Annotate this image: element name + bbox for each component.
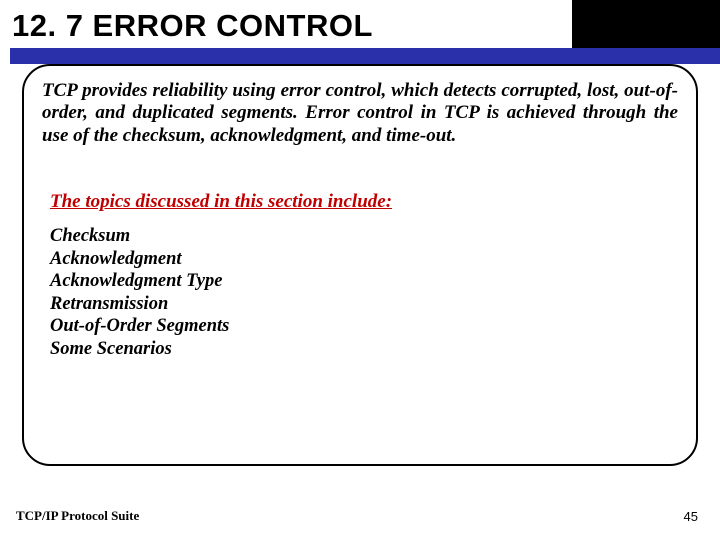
content-frame: TCP provides reliability using error con… <box>22 64 698 466</box>
topic-item: Retransmission <box>50 293 678 316</box>
page-number: 45 <box>684 509 698 524</box>
topic-item: Acknowledgment Type <box>50 270 678 293</box>
topic-item: Out-of-Order Segments <box>50 315 678 338</box>
topics-heading: The topics discussed in this section inc… <box>50 191 678 213</box>
footer-source: TCP/IP Protocol Suite <box>16 508 139 524</box>
topic-item: Acknowledgment <box>50 248 678 271</box>
title-bar: 12. 7 ERROR CONTROL <box>10 8 720 63</box>
intro-paragraph: TCP provides reliability using error con… <box>42 80 678 147</box>
topics-list: Checksum Acknowledgment Acknowledgment T… <box>50 225 678 360</box>
topic-item: Checksum <box>50 225 678 248</box>
topic-item: Some Scenarios <box>50 338 678 361</box>
title-underline <box>10 48 720 64</box>
